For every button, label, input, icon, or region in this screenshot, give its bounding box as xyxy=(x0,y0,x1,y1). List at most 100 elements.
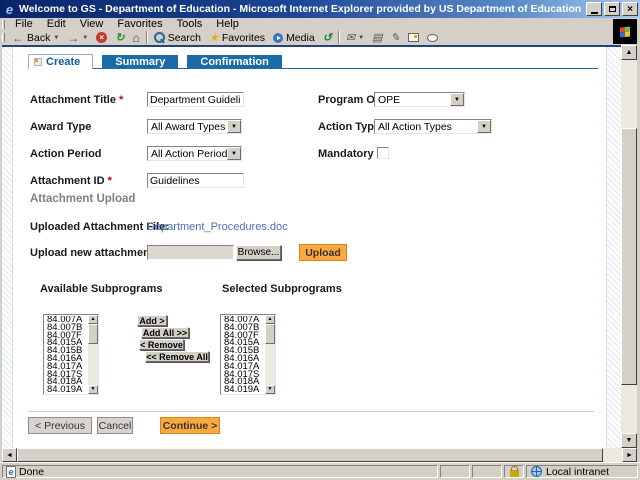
subprogram-option[interactable]: 84.019A xyxy=(45,385,87,393)
scroll-left-button[interactable]: ◄ xyxy=(2,448,17,462)
horizontal-scrollbar[interactable]: ◄ ► xyxy=(2,448,637,462)
page-margin-left xyxy=(2,47,13,448)
zone-pane: Local intranet xyxy=(526,465,638,478)
tab-bar: Create Summary Confirmation xyxy=(28,54,282,69)
menu-view[interactable]: View xyxy=(73,18,111,30)
search-button[interactable]: Search xyxy=(150,30,205,45)
chevron-down-icon[interactable]: ▼ xyxy=(477,120,491,133)
action-type-label: Action Type xyxy=(318,121,381,133)
available-subprograms-listbox[interactable]: 84.007A 84.007B 84.007F 84.015A 84.015B 84.01… xyxy=(43,314,99,395)
lock-icon xyxy=(509,466,519,477)
continue-button[interactable]: Continue > xyxy=(160,417,220,434)
chevron-down-icon[interactable]: ▼ xyxy=(53,35,59,41)
previous-button[interactable]: < Previous xyxy=(28,417,92,434)
menu-help[interactable]: Help xyxy=(209,18,246,30)
vertical-scrollbar[interactable]: ▲ ▼ xyxy=(621,45,637,448)
selected-value: All Action Types xyxy=(378,120,452,133)
menu-favorites[interactable]: Favorites xyxy=(110,18,169,30)
chevron-down-icon[interactable]: ▼ xyxy=(82,35,88,41)
tab-confirmation-label: Confirmation xyxy=(200,56,269,68)
uploaded-file-link[interactable]: Department_Procedures.doc xyxy=(147,221,288,233)
back-button[interactable]: ← Back ▼ xyxy=(8,30,63,45)
subprogram-option[interactable]: 84.019A xyxy=(222,385,264,393)
refresh-icon: ↻ xyxy=(115,32,125,44)
tab-summary[interactable]: Summary xyxy=(102,55,179,69)
chevron-down-icon[interactable]: ▼ xyxy=(358,35,364,41)
scroll-down-button[interactable]: ▼ xyxy=(88,385,98,394)
chevron-down-icon[interactable]: ▼ xyxy=(450,93,464,106)
footer-divider xyxy=(28,411,594,412)
scroll-down-button[interactable]: ▼ xyxy=(265,385,275,394)
attachment-title-input[interactable] xyxy=(147,92,244,107)
ie-logo-icon: e xyxy=(5,1,14,17)
scrollbar-thumb[interactable] xyxy=(17,448,603,462)
scrollbar-thumb[interactable] xyxy=(88,324,98,344)
browse-button[interactable]: Browse... xyxy=(236,245,281,260)
messenger-button[interactable] xyxy=(423,30,442,45)
action-period-select[interactable]: All Action Periods ▼ xyxy=(147,146,242,161)
zone-label: Local intranet xyxy=(546,465,610,478)
menu-edit[interactable]: Edit xyxy=(40,18,73,30)
menu-grip[interactable] xyxy=(2,19,5,29)
forward-icon: → xyxy=(67,30,80,45)
scroll-up-button[interactable]: ▲ xyxy=(265,315,275,324)
add-button[interactable]: Add > xyxy=(137,315,167,326)
menu-file[interactable]: File xyxy=(8,18,40,30)
listbox-scrollbar[interactable]: ▲ ▼ xyxy=(88,315,98,394)
favorites-button[interactable]: ★ Favorites xyxy=(205,30,269,45)
toolbar-grip[interactable] xyxy=(2,33,5,42)
selected-value: All Award Types xyxy=(151,120,226,133)
browser-window: e Welcome to GS - Department of Educatio… xyxy=(0,0,640,480)
scroll-down-icon: ▼ xyxy=(267,386,273,392)
cancel-button[interactable]: Cancel xyxy=(97,417,133,434)
scroll-up-button[interactable]: ▲ xyxy=(88,315,98,324)
stop-button[interactable]: × xyxy=(92,30,111,45)
listbox-scrollbar[interactable]: ▲ ▼ xyxy=(265,315,275,394)
security-pane xyxy=(504,465,524,478)
award-type-select[interactable]: All Award Types ▼ xyxy=(147,119,242,134)
discuss-button[interactable] xyxy=(404,30,423,45)
history-icon: ↺ xyxy=(322,32,332,44)
chevron-down-icon[interactable]: ▼ xyxy=(227,120,241,133)
minimize-button[interactable] xyxy=(586,2,602,16)
scroll-up-button[interactable]: ▲ xyxy=(621,45,637,60)
selected-subprograms-listbox[interactable]: 84.007A 84.007B 84.007F 84.015A 84.015B 84.01… xyxy=(220,314,276,395)
close-button[interactable]: × xyxy=(622,2,638,16)
action-type-select[interactable]: All Action Types ▼ xyxy=(374,119,492,134)
remove-all-button[interactable]: << Remove All xyxy=(145,351,209,362)
attachment-id-input[interactable] xyxy=(147,173,244,188)
program-office-select[interactable]: OPE ▼ xyxy=(374,92,465,107)
scroll-down-button[interactable]: ▼ xyxy=(621,433,637,448)
scroll-up-icon: ▲ xyxy=(90,316,96,322)
tab-create[interactable]: Create xyxy=(28,54,94,69)
remove-button[interactable]: < Remove xyxy=(139,339,184,350)
restore-icon xyxy=(608,6,616,12)
edit-button[interactable]: ✎ xyxy=(386,30,403,45)
award-type-label: Award Type xyxy=(30,121,92,133)
close-icon: × xyxy=(627,3,633,15)
title-bar: e Welcome to GS - Department of Educatio… xyxy=(0,0,640,18)
menu-tools[interactable]: Tools xyxy=(170,18,210,30)
file-path-input[interactable] xyxy=(147,245,234,260)
chevron-down-icon[interactable]: ▼ xyxy=(227,147,241,160)
history-button[interactable]: ↺ xyxy=(319,30,336,45)
mandatory-checkbox[interactable] xyxy=(377,147,389,159)
home-button[interactable]: ⌂ xyxy=(128,30,143,45)
mail-button[interactable]: ✉ ▼ xyxy=(342,30,368,45)
upload-button[interactable]: Upload xyxy=(299,244,347,261)
forward-button[interactable]: → ▼ xyxy=(63,30,92,45)
scroll-right-button[interactable]: ► xyxy=(622,448,637,462)
window-title: Welcome to GS - Department of Education … xyxy=(19,3,582,15)
media-icon xyxy=(273,32,284,43)
search-label: Search xyxy=(167,31,201,44)
restore-button[interactable] xyxy=(604,2,620,16)
scrollbar-thumb[interactable] xyxy=(621,128,637,385)
media-button[interactable]: Media xyxy=(269,30,319,45)
print-button[interactable]: ▤ xyxy=(368,30,386,45)
tab-confirmation[interactable]: Confirmation xyxy=(187,55,282,69)
refresh-button[interactable]: ↻ xyxy=(111,30,128,45)
add-all-button[interactable]: Add All >> xyxy=(141,327,189,338)
page-content: Create Summary Confirmation Attachment T… xyxy=(2,45,621,448)
scrollbar-thumb[interactable] xyxy=(265,324,275,344)
action-period-label: Action Period xyxy=(30,148,102,160)
